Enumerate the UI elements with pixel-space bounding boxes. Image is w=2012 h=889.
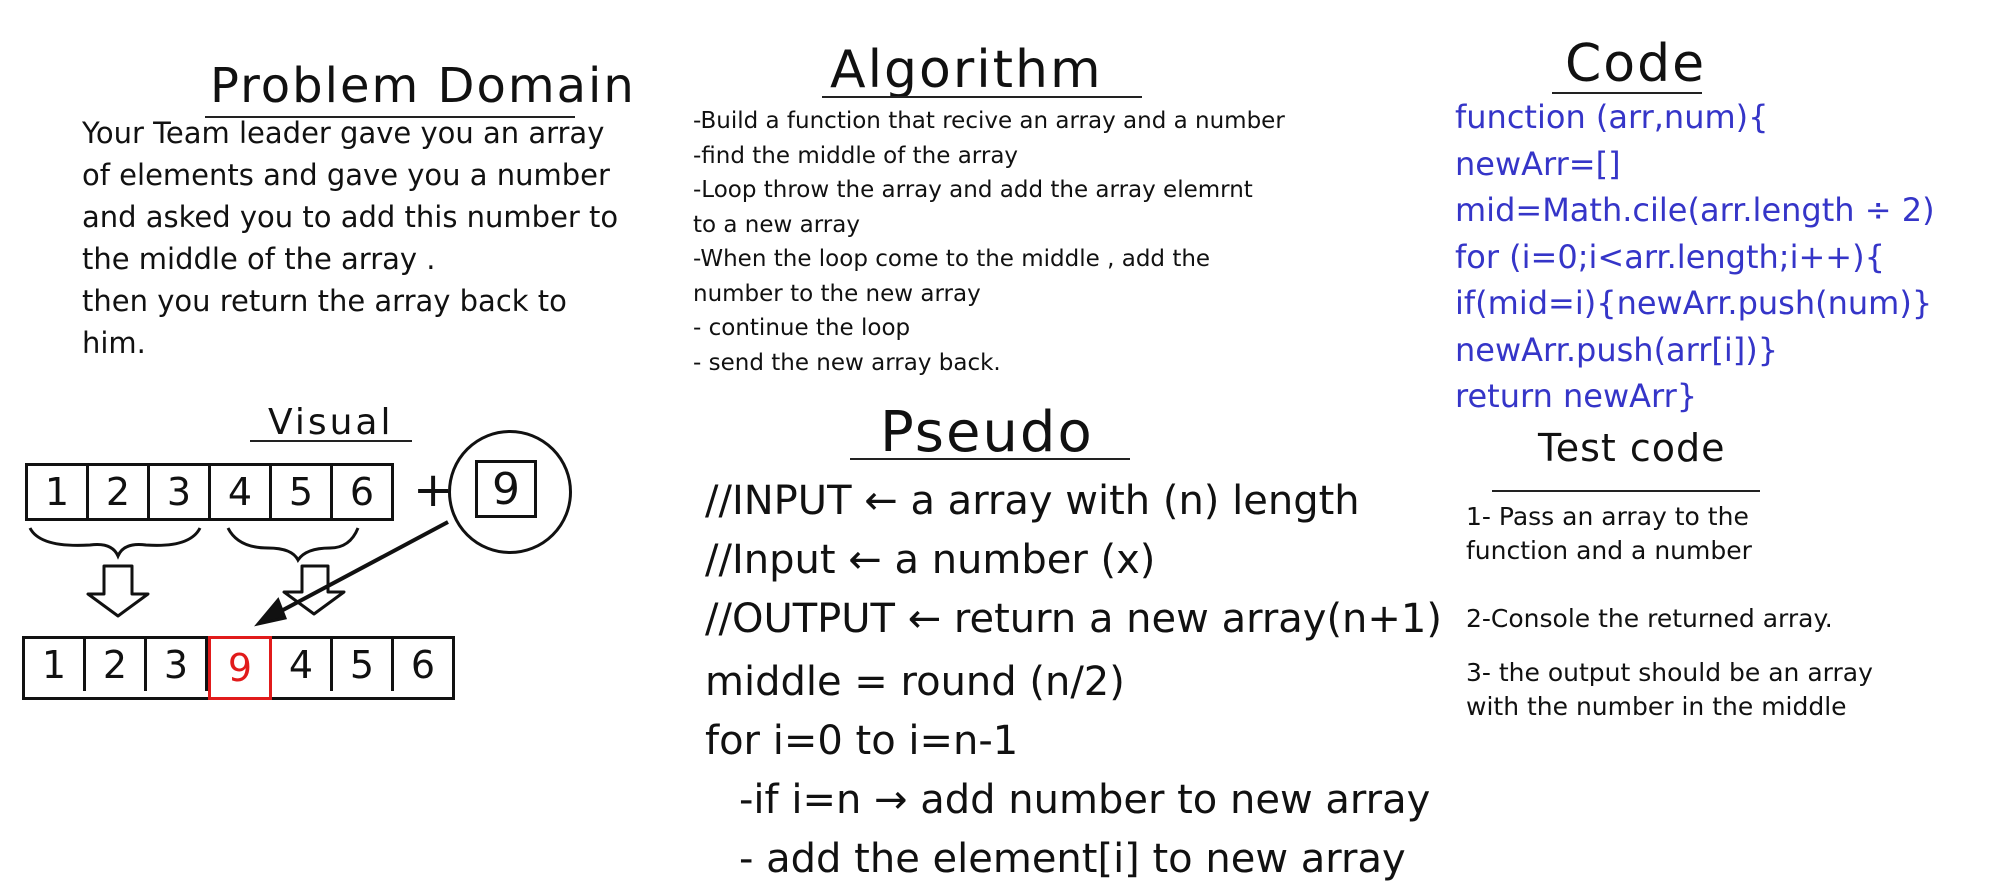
pseudo-underline (850, 458, 1130, 460)
code-heading: Code (1565, 34, 1707, 94)
algorithm-line: -When the loop come to the middle , add … (693, 246, 1211, 272)
down-arrow-icon (86, 564, 150, 618)
array-cell: 3 (147, 639, 208, 691)
code-line: for (i=0;i<arr.length;i++){ (1455, 237, 1885, 276)
code-line: mid=Math.cile(arr.length ÷ 2) (1455, 191, 1935, 229)
code-line: function (arr,num){ (1455, 98, 1769, 136)
array-cell: 2 (86, 639, 147, 691)
algorithm-steps: -Build a function that recive an array a… (693, 104, 1285, 380)
pseudo-heading: Pseudo (880, 400, 1094, 465)
algorithm-heading: Algorithm (830, 40, 1103, 100)
pseudo-line: //INPUT ← a array with (n) length (705, 478, 1360, 524)
array-cell: 1 (25, 639, 86, 691)
array-cell: 5 (333, 639, 394, 691)
code-line: return newArr} (1455, 377, 1698, 415)
algorithm-line: -find the middle of the array (693, 142, 1019, 169)
code-block: function (arr,num){ newArr=[] mid=Math.c… (1455, 94, 1935, 420)
right-brace-icon (226, 527, 360, 563)
insert-arrow-line (267, 520, 449, 620)
algorithm-line: - continue the loop (693, 315, 911, 341)
pseudo-line: //Input ← a number (x) (705, 537, 1156, 583)
test-step: 2-Console the returned array. (1466, 604, 1833, 633)
code-line: newArr=[] (1455, 144, 1621, 183)
algorithm-line: number to the new array (693, 280, 981, 307)
pseudo-line: for i=0 to i=n-1 (705, 718, 1019, 764)
visual-arrows (28, 520, 449, 627)
algorithm-underline (822, 96, 1142, 98)
test-step: 3- the output should be an array with th… (1466, 658, 1873, 721)
test-step: 1- Pass an array to the function and a n… (1466, 502, 1752, 565)
pseudo-line: -if i=n → add number to new array (739, 777, 1431, 823)
left-brace-icon (28, 527, 202, 560)
pseudo-code: //INPUT ← a array with (n) length //Inpu… (705, 472, 1442, 889)
insert-arrow-head-icon (254, 597, 288, 627)
test-code-steps: 1- Pass an array to the function and a n… (1466, 500, 1906, 744)
pseudo-line: - add the element[i] to new array (739, 836, 1406, 882)
code-line: if(mid=i){newArr.push(num)} (1455, 284, 1933, 322)
test-code-heading: Test code (1538, 426, 1726, 470)
algorithm-line: - send the new array back. (693, 349, 1001, 376)
pseudo-line: //OUTPUT ← return a new array(n+1) (705, 596, 1442, 642)
test-code-underline (1492, 490, 1760, 492)
algorithm-line: -Build a function that recive an array a… (693, 108, 1285, 134)
array-cell: 4 (272, 639, 333, 691)
output-array: 1 2 3 9 4 5 6 (22, 636, 455, 700)
pseudo-line: middle = round (n/2) (705, 659, 1125, 705)
inserted-number-cell: 9 (208, 636, 272, 700)
array-cell: 6 (410, 643, 436, 687)
code-line: newArr.push(arr[i])} (1455, 330, 1779, 369)
algorithm-line: to a new array (693, 211, 860, 238)
algorithm-line: -Loop throw the array and add the array … (693, 177, 1253, 203)
